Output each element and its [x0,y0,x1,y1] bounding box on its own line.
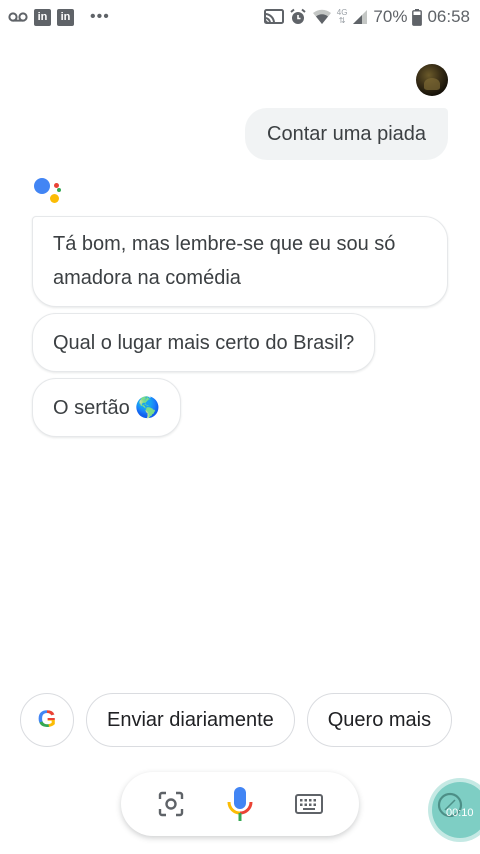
network-arrows-icon: ⇅ [338,16,346,25]
assistant-dot-green [57,188,61,192]
assistant-input-bar [121,772,359,836]
suggestion-chip-enviar-diariamente[interactable]: Enviar diariamente [86,693,295,747]
assistant-message-bubble: Tá bom, mas lembre-se que eu sou só amad… [32,216,448,307]
status-bar: in in ••• 4G ⇅ 70% 06:58 [0,0,480,34]
battery-icon [412,8,423,26]
suggestion-chips: G Enviar diariamente Quero mais [20,693,453,747]
assistant-dot-blue [34,178,50,194]
network-4g-icon: 4G ⇅ [337,9,348,25]
assistant-logo-icon [32,176,66,206]
lens-icon [159,791,184,817]
wifi-icon [312,9,332,25]
user-message-bubble[interactable]: Contar uma piada [245,108,448,160]
linkedin-icon: in [57,8,74,26]
suggestion-chip-quero-mais[interactable]: Quero mais [306,693,453,747]
mic-icon [227,787,253,821]
google-g-icon: G [37,706,57,733]
recorder-time: 00:10 [446,807,474,819]
user-avatar[interactable] [416,64,448,96]
status-bar-left: in in ••• [8,8,110,26]
alarm-icon [289,8,307,26]
assistant-message-text: Tá bom, mas lembre-se que eu sou só amad… [53,233,396,289]
clock: 06:58 [427,7,470,26]
status-bar-right: 4G ⇅ 70% 06:58 [263,7,470,27]
voicemail-icon [8,11,28,23]
cast-icon [263,9,284,25]
mic-button[interactable] [218,782,262,826]
battery-percent: 70% [373,7,408,26]
keyboard-icon [294,794,323,814]
assistant-message-bubble: O sertão 🌎 [32,378,182,437]
assistant-message-bubble: Qual o lugar mais certo do Brasil? [32,313,376,372]
assistant-message-text: O sertão 🌎 [53,396,161,419]
more-dots-icon: ••• [90,8,110,25]
keyboard-button[interactable] [287,782,331,826]
assistant-dot-yellow [50,194,59,203]
user-message-text: Contar uma piada [267,122,426,145]
assistant-message-text: Qual o lugar mais certo do Brasil? [53,331,355,354]
signal-icon [352,9,368,25]
google-search-chip[interactable]: G [20,693,74,747]
screen-recorder-bubble[interactable]: 00:10 [432,782,480,838]
linkedin-icon: in [34,8,51,26]
lens-button[interactable] [149,782,193,826]
